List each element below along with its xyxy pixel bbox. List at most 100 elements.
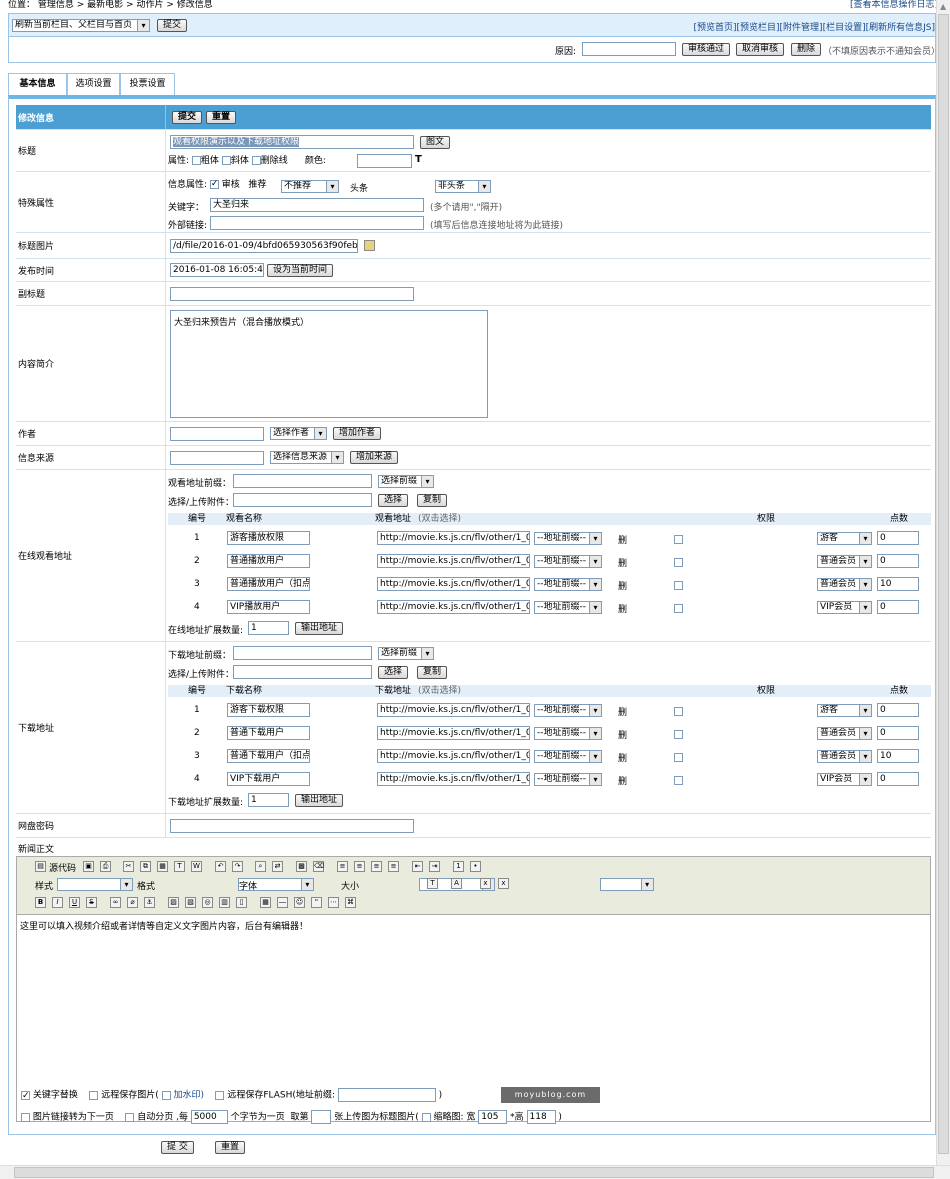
strike-icon[interactable]: S [86,897,97,908]
subscript-icon[interactable]: x [480,878,491,889]
color-picker-icon[interactable]: T [415,154,422,165]
row-points-input[interactable]: 0 [877,726,919,740]
row-name-input[interactable]: 普通下载用户（扣点 [227,749,310,763]
replace-icon[interactable]: ⇄ [272,861,283,872]
online-prefix-select[interactable]: 选择前缀 [378,475,434,488]
link-icon[interactable]: ∞ [110,897,121,908]
download-choose-button[interactable]: 选择 [378,666,409,679]
row-delete-checkbox[interactable] [674,776,683,785]
underline-icon[interactable]: U [69,897,80,908]
refresh-select[interactable]: 刷新当前栏目、父栏目与首页 [12,19,150,32]
row-name-input[interactable]: 普通播放用户 [227,554,310,568]
watermark-checkbox[interactable] [161,1090,171,1100]
outdent-icon[interactable]: ⇤ [412,861,423,872]
preview-column-link[interactable]: [预览栏目] [737,23,780,33]
copy-icon[interactable]: ⧉ [140,861,151,872]
online-ext-input[interactable]: 1 [248,621,289,635]
download-upload-input[interactable] [233,665,372,679]
image-link-next-checkbox[interactable] [21,1112,30,1122]
paste-icon[interactable]: ▦ [157,861,168,872]
column-settings-link[interactable]: [栏目设置] [823,23,866,33]
keyword-replace-checkbox[interactable] [21,1089,30,1103]
author-select[interactable]: 选择作者 [270,427,327,440]
cut-icon[interactable]: ✂ [123,861,134,872]
row-delete-checkbox[interactable] [674,730,683,739]
color-input[interactable] [357,154,412,168]
row-permission-select[interactable]: 普通会员 [817,578,872,591]
row-delete-checkbox[interactable] [674,753,683,762]
headline-select[interactable]: 非头条 [434,180,491,193]
unlink-icon[interactable]: ⌀ [127,897,138,908]
source-button[interactable]: 源代码 [49,861,76,874]
keyword-input[interactable]: 大圣归来 [210,198,424,212]
breadcrumb-item[interactable]: 管理信息 [38,0,74,10]
cancel-approve-button[interactable]: 取消审核 [736,43,785,56]
header-reset-button[interactable]: 重置 [206,111,237,124]
row-delete-checkbox[interactable] [674,604,683,613]
preview-home-link[interactable]: [预览首页] [693,23,736,33]
tab-basic-info[interactable]: 基本信息 [8,73,67,96]
row-url-input[interactable]: http://movie.ks.js.cn/flv/other/1_0.m [377,554,530,568]
reason-input[interactable] [582,42,676,56]
page-icon[interactable]: ▯ [236,897,247,908]
row-url-input[interactable]: http://movie.ks.js.cn/flv/other/1_0.m [377,531,530,545]
row-prefix-select[interactable]: --地址前缀-- [534,773,602,786]
row-name-input[interactable]: 游客播放权限 [227,531,310,545]
set-now-button[interactable]: 设为当前时间 [267,264,334,277]
bold-icon[interactable]: B [35,897,46,908]
bullet-list-icon[interactable]: • [470,861,481,872]
author-input[interactable] [170,427,264,441]
thumbnail-checkbox[interactable] [421,1112,431,1122]
align-right-icon[interactable]: ≡ [371,861,382,872]
select-all-icon[interactable]: ▩ [296,861,307,872]
title-input[interactable]: 观看权限演示以及下载地址权限 [170,135,414,149]
online-upload-input[interactable] [233,493,372,507]
row-permission-select[interactable]: 普通会员 [817,727,872,740]
row-prefix-select[interactable]: --地址前缀-- [534,578,602,591]
source-select[interactable]: 选择信息来源 [270,451,344,464]
auto-page-input[interactable]: 5000 [190,1110,228,1124]
horizontal-scrollbar[interactable] [0,1165,950,1179]
auto-page-checkbox[interactable] [125,1112,135,1122]
media-icon[interactable]: ◎ [202,897,213,908]
indent-icon[interactable]: ⇥ [429,861,440,872]
row-delete-checkbox[interactable] [674,558,683,567]
row-url-input[interactable]: http://movie.ks.js.cn/flv/other/1_0.m [377,749,530,763]
paste-word-icon[interactable]: W [191,861,202,872]
attachment-link[interactable]: [附件管理] [780,23,823,33]
row-prefix-select[interactable]: --地址前缀-- [534,704,602,717]
add-author-button[interactable]: 增加作者 [333,427,382,440]
footer-submit-button[interactable]: 提 交 [161,1141,194,1154]
find-icon[interactable]: ⌕ [255,861,266,872]
delete-button[interactable]: 删除 [791,43,822,56]
row-name-input[interactable]: 普通下载用户 [227,726,310,740]
scroll-thumb[interactable] [938,14,949,1154]
align-justify-icon[interactable]: ≡ [388,861,399,872]
bold-checkbox[interactable] [191,156,201,165]
subtitle-input[interactable] [170,287,414,301]
ordered-list-icon[interactable]: 1 [453,861,464,872]
editor-content[interactable]: 这里可以填入视频介绍或者详情等自定义文字图片内容，后台有编辑器！ [20,919,308,932]
audit-checkbox[interactable] [209,178,219,191]
paste-text-icon[interactable]: T [174,861,185,872]
italic-icon[interactable]: I [52,897,63,908]
row-points-input[interactable]: 0 [877,600,919,614]
style-select[interactable] [57,878,133,891]
take-index-input[interactable] [311,1110,332,1124]
redo-icon[interactable]: ↷ [232,861,243,872]
row-permission-select[interactable]: 普通会员 [817,750,872,763]
row-name-input[interactable]: 普通播放用户（扣点 [227,577,310,591]
online-output-button[interactable]: 输出地址 [295,622,344,635]
print-icon[interactable]: ⎙ [100,861,111,872]
undo-icon[interactable]: ↶ [215,861,226,872]
row-permission-select[interactable]: 游客 [817,532,872,545]
row-url-input[interactable]: http://movie.ks.js.cn/flv/other/1_0.m [377,772,530,786]
pan-pwd-input[interactable] [170,819,414,833]
row-prefix-select[interactable]: --地址前缀-- [534,601,602,614]
row-permission-select[interactable]: 普通会员 [817,555,872,568]
save-remote-image-checkbox[interactable] [89,1090,99,1100]
source-icon[interactable]: ▤ [35,861,46,872]
image-text-button[interactable]: 图文 [420,136,451,149]
text-color-icon[interactable]: T [427,878,438,889]
add-source-button[interactable]: 增加来源 [350,451,399,464]
